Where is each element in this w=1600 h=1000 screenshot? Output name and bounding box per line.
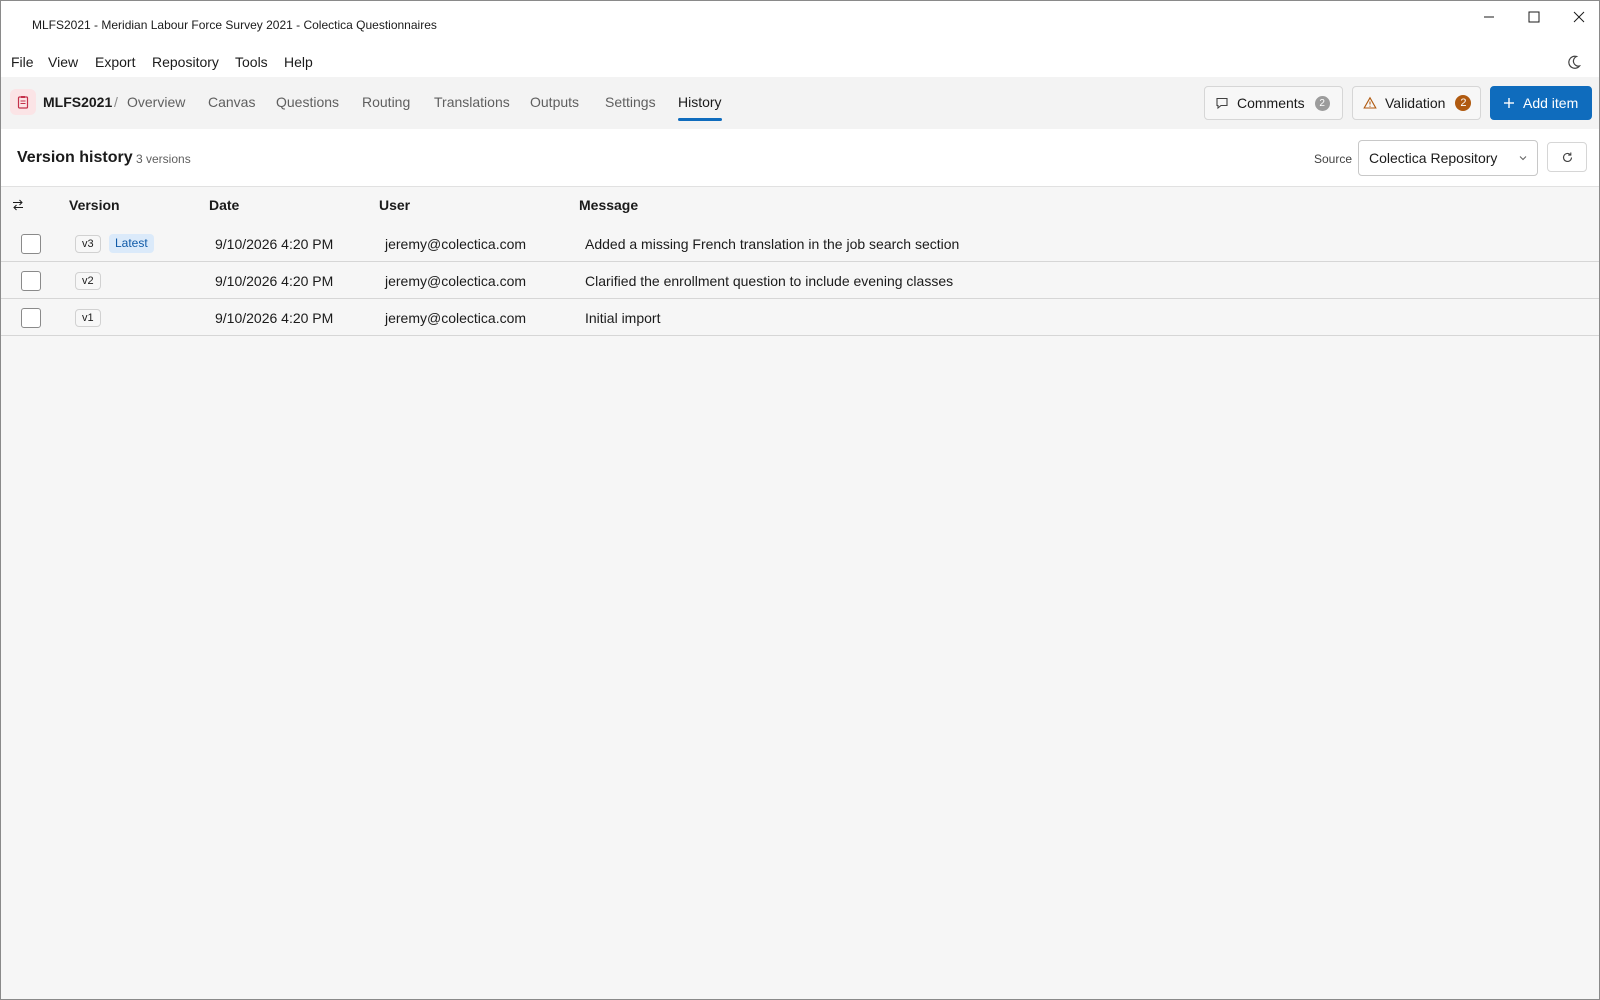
- version-badge: v2: [75, 272, 101, 290]
- breadcrumb-document[interactable]: MLFS2021: [43, 94, 112, 110]
- row-date: 9/10/2026 4:20 PM: [215, 273, 334, 289]
- tab-overview[interactable]: Overview: [127, 94, 185, 120]
- close-icon: [1573, 11, 1585, 23]
- plus-icon: [1504, 98, 1514, 108]
- menu-export[interactable]: Export: [94, 54, 136, 70]
- comment-icon: [1216, 97, 1228, 110]
- menu-help[interactable]: Help: [283, 54, 314, 70]
- nav-toolbar: MLFS2021 / Overview Canvas Questions Rou…: [1, 77, 1599, 129]
- menu-bar: File View Export Repository Tools Help: [1, 49, 1599, 77]
- row-select-checkbox[interactable]: [21, 234, 41, 254]
- source-label: Source: [1314, 152, 1353, 166]
- compare-swap-icon[interactable]: [11, 198, 25, 212]
- tab-outputs[interactable]: Outputs: [530, 94, 579, 120]
- menu-view[interactable]: View: [47, 54, 79, 70]
- tab-translations[interactable]: Translations: [434, 94, 510, 120]
- minimize-icon: [1484, 16, 1494, 18]
- row-select-checkbox[interactable]: [21, 308, 41, 328]
- version-count: 3 versions: [136, 152, 191, 166]
- table-row[interactable]: v2 9/10/2026 4:20 PM jeremy@colectica.co…: [1, 262, 1599, 299]
- source-dropdown[interactable]: Colectica Repository: [1358, 140, 1538, 176]
- row-user: jeremy@colectica.com: [385, 236, 527, 252]
- tab-questions[interactable]: Questions: [276, 94, 339, 120]
- version-badge: v3: [75, 235, 101, 253]
- row-select-checkbox[interactable]: [21, 271, 41, 291]
- validation-button[interactable]: Validation 2: [1352, 86, 1481, 120]
- questionnaire-icon: [10, 89, 36, 115]
- row-user: jeremy@colectica.com: [385, 273, 527, 289]
- warning-icon: [1363, 96, 1377, 109]
- chevron-down-icon: [1519, 156, 1527, 161]
- add-item-label: Add item: [1523, 95, 1579, 111]
- column-header-date: Date: [209, 197, 240, 213]
- column-header-version: Version: [69, 197, 120, 213]
- breadcrumb-separator: /: [114, 94, 118, 110]
- column-header-user: User: [379, 197, 411, 213]
- row-message: Initial import: [585, 310, 661, 326]
- tab-settings[interactable]: Settings: [605, 94, 656, 120]
- table-row[interactable]: v3 Latest 9/10/2026 4:20 PM jeremy@colec…: [1, 225, 1599, 262]
- row-date: 9/10/2026 4:20 PM: [215, 310, 334, 326]
- minimize-button[interactable]: [1467, 1, 1511, 33]
- table-header: Version Date User Message: [1, 187, 1599, 225]
- validation-count-badge: 2: [1455, 95, 1472, 111]
- comments-count-badge: 2: [1314, 95, 1330, 111]
- comments-button[interactable]: Comments 2: [1204, 86, 1343, 120]
- tab-canvas[interactable]: Canvas: [208, 94, 255, 120]
- title-bar: MLFS2021 - Meridian Labour Force Survey …: [1, 1, 1599, 49]
- version-table: Version Date User Message v3 Latest 9/10…: [1, 187, 1599, 336]
- window-title: MLFS2021 - Meridian Labour Force Survey …: [32, 18, 437, 32]
- comments-label: Comments: [1237, 95, 1305, 111]
- table-row[interactable]: v1 9/10/2026 4:20 PM jeremy@colectica.co…: [1, 299, 1599, 336]
- tab-routing[interactable]: Routing: [362, 94, 410, 120]
- column-header-message: Message: [579, 197, 639, 213]
- version-badge: v1: [75, 309, 101, 327]
- app-window: MLFS2021 - Meridian Labour Force Survey …: [0, 0, 1600, 1000]
- menu-tools[interactable]: Tools: [234, 54, 269, 70]
- refresh-icon: [1562, 152, 1572, 162]
- version-history-header: Version history 3 versions Source Colect…: [1, 129, 1599, 187]
- menu-repository[interactable]: Repository: [151, 54, 220, 70]
- row-message: Added a missing French translation in th…: [585, 236, 960, 252]
- close-button[interactable]: [1557, 1, 1599, 33]
- row-user: jeremy@colectica.com: [385, 310, 527, 326]
- theme-toggle-button[interactable]: [1566, 54, 1584, 72]
- maximize-button[interactable]: [1512, 1, 1556, 33]
- maximize-icon: [1528, 11, 1540, 23]
- refresh-button[interactable]: [1547, 142, 1587, 172]
- tab-history[interactable]: History: [678, 94, 722, 121]
- page-title: Version history: [17, 149, 133, 166]
- row-date: 9/10/2026 4:20 PM: [215, 236, 334, 252]
- add-item-button[interactable]: Add item: [1490, 86, 1592, 120]
- row-message: Clarified the enrollment question to inc…: [585, 273, 954, 289]
- source-value: Colectica Repository: [1369, 150, 1498, 166]
- menu-file[interactable]: File: [10, 54, 35, 70]
- latest-badge: Latest: [109, 234, 154, 253]
- validation-label: Validation: [1385, 95, 1446, 111]
- moon-icon: [1568, 55, 1582, 69]
